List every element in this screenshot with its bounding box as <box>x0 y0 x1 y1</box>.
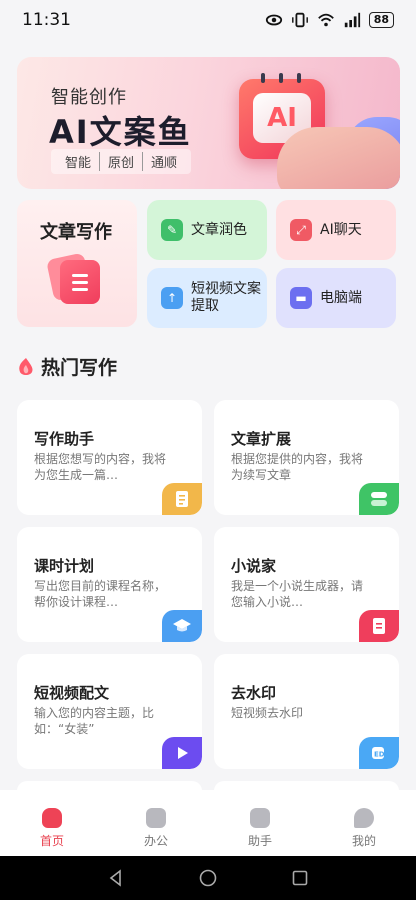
wifi-icon <box>317 13 334 27</box>
system-nav-bar <box>0 856 416 900</box>
home-icon <box>42 808 62 828</box>
tool-desc: 我是一个小说生成器，请您输入小说… <box>231 579 364 609</box>
feature-ai-chat[interactable]: ⤢ AI聊天 <box>276 200 396 260</box>
tab-home[interactable]: 首页 <box>22 808 82 856</box>
banner-tag: 通顺 <box>151 156 178 171</box>
profile-icon <box>354 808 374 828</box>
status-bar: 11:31 88 <box>0 0 416 40</box>
tab-label: 助手 <box>247 834 272 848</box>
banner-subtitle: 智能创作 <box>51 87 127 108</box>
arrows-icon: ⤢ <box>290 219 312 241</box>
tool-desc: 短视频去水印 <box>231 706 304 720</box>
tool-desc: 根据您提供的内容，我将为续写文章 <box>231 452 364 482</box>
feature-label: 文章润色 <box>191 221 247 238</box>
eye-icon <box>265 14 282 26</box>
feature-polish[interactable]: ✎ 文章润色 <box>147 200 267 260</box>
tool-card-lesson-plan[interactable]: 课时计划 写出您目前的课程名称，帮你设计课程… <box>17 527 202 642</box>
monitor-icon: ▬ <box>290 287 312 309</box>
tool-card-writing-assistant[interactable]: 写作助手 根据您想写的内容，我将为您生成一篇… <box>17 400 202 515</box>
recents-icon[interactable] <box>291 869 309 887</box>
status-time: 11:31 <box>22 10 71 30</box>
tab-mine[interactable]: 我的 <box>334 808 394 856</box>
tool-card-article-expand[interactable]: 文章扩展 根据您提供的内容，我将为续写文章 <box>214 400 399 515</box>
book-icon <box>359 610 399 642</box>
tool-desc: 根据您想写的内容，我将为您生成一篇… <box>34 452 167 482</box>
graduation-cap-icon <box>162 610 202 642</box>
tool-title: 短视频配文 <box>34 684 110 702</box>
banner-tag: 原创 <box>100 152 144 171</box>
svg-text:ED: ED <box>374 751 385 759</box>
feature-desktop[interactable]: ▬ 电脑端 <box>276 268 396 328</box>
pencil-icon: ✎ <box>161 219 183 241</box>
tool-title: 写作助手 <box>34 430 95 448</box>
back-icon[interactable] <box>107 869 125 887</box>
flame-icon <box>19 357 33 375</box>
tool-title: 文章扩展 <box>231 430 292 448</box>
home-circle-icon[interactable] <box>199 869 217 887</box>
battery-indicator: 88 <box>368 12 394 28</box>
tool-desc: 写出您目前的课程名称，帮你设计课程… <box>34 579 167 609</box>
section-title: 热门写作 <box>41 357 118 379</box>
tool-title: 去水印 <box>231 684 277 702</box>
hero-banner[interactable]: 智能创作 AI文案鱼 智能 原创 通顺 AI <box>17 57 400 189</box>
tool-title: 课时计划 <box>34 557 95 575</box>
feature-video-extract[interactable]: ↑ 短视频文案提取 <box>147 268 267 328</box>
hand-illustration <box>277 127 400 189</box>
tab-office[interactable]: 办公 <box>126 808 186 856</box>
article-writing-label: 文章写作 <box>40 222 112 243</box>
banner-title: AI文案鱼 <box>49 113 192 151</box>
vibrate-icon <box>291 12 308 28</box>
section-header: 热门写作 <box>17 353 117 380</box>
tool-card-remove-watermark[interactable]: 去水印 短视频去水印 ED <box>214 654 399 769</box>
tab-label: 办公 <box>143 834 168 848</box>
tool-title: 小说家 <box>231 557 277 575</box>
tool-card-novelist[interactable]: 小说家 我是一个小说生成器，请您输入小说… <box>214 527 399 642</box>
banner-tag: 智能 <box>57 152 101 171</box>
stack-icon <box>359 483 399 515</box>
signal-icon <box>344 12 360 28</box>
banner-tags: 智能 原创 通顺 <box>51 149 192 174</box>
tab-label: 我的 <box>351 834 376 848</box>
bottom-tab-bar: 首页 办公 助手 我的 <box>0 790 416 856</box>
tab-label: 首页 <box>39 834 64 848</box>
tool-card-video-caption[interactable]: 短视频配文 输入您的内容主题，比如：“女装” <box>17 654 202 769</box>
tab-assistant[interactable]: 助手 <box>230 808 290 856</box>
office-icon <box>146 808 166 828</box>
stamp-icon: ED <box>359 737 399 769</box>
play-icon <box>162 737 202 769</box>
tool-desc: 输入您的内容主题，比如：“女装” <box>34 706 155 736</box>
feature-label: AI聊天 <box>320 221 362 238</box>
upload-icon: ↑ <box>161 287 183 309</box>
status-icons: 88 <box>265 11 394 29</box>
article-writing-card[interactable]: 文章写作 <box>17 200 137 327</box>
feature-label: 短视频文案提取 <box>191 281 261 314</box>
robot-icon <box>250 808 270 828</box>
doc-icon <box>162 483 202 515</box>
feature-label: 电脑端 <box>320 289 362 306</box>
